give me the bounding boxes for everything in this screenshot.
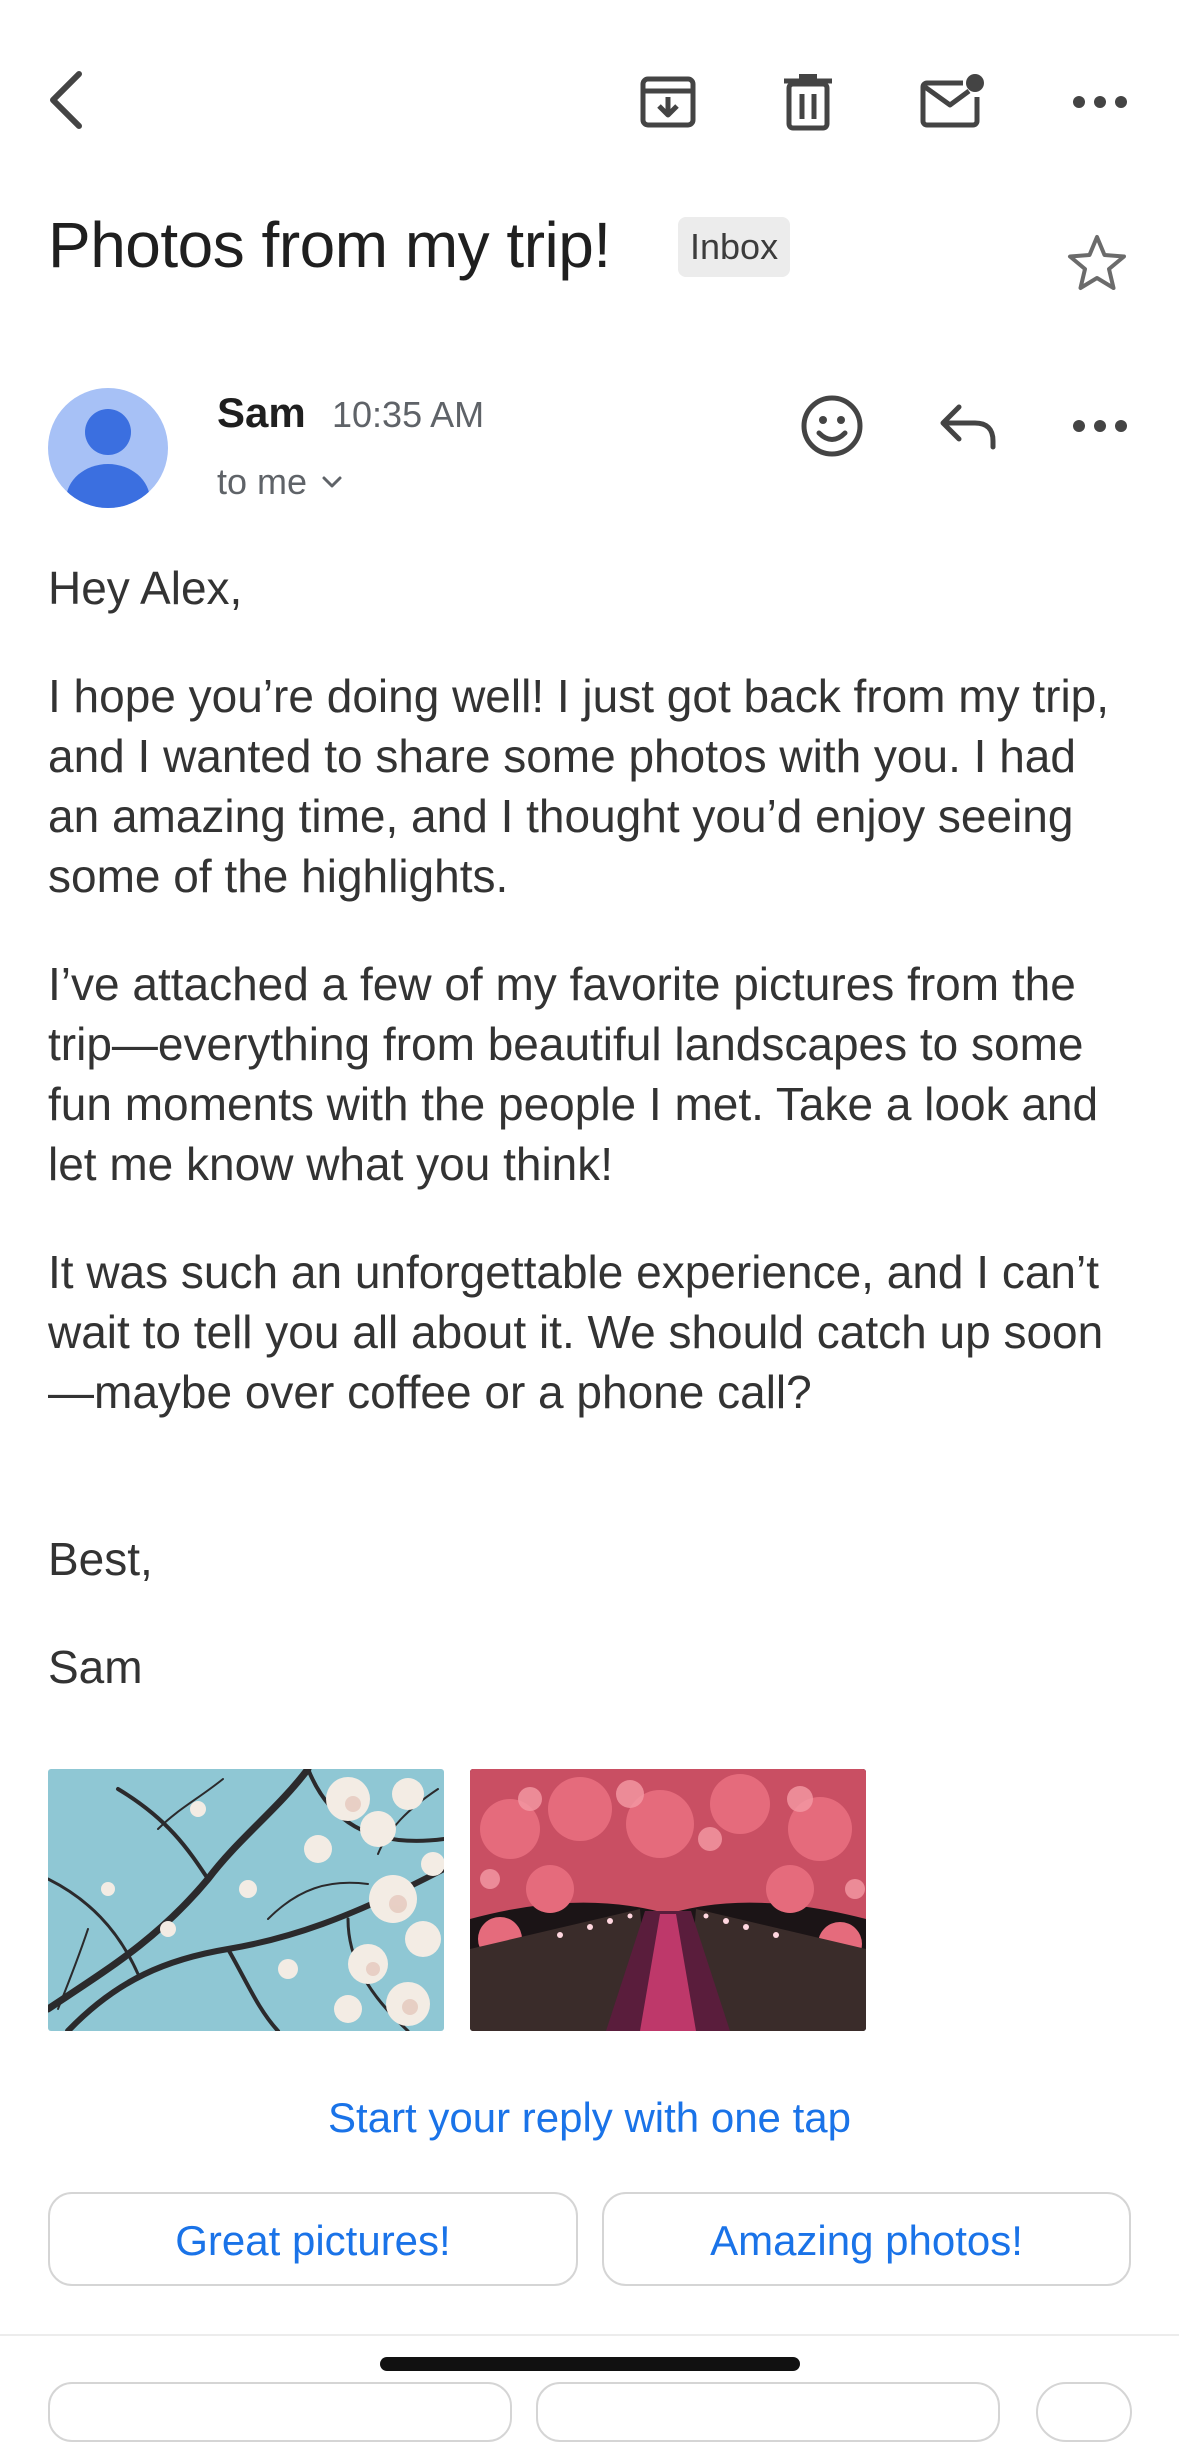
more-button[interactable] [1060,66,1140,138]
archive-button[interactable] [628,66,708,138]
star-button[interactable] [1060,226,1134,300]
body-paragraph: I’ve attached a few of my favorite pictu… [48,958,1099,1190]
body-paragraph: It was such an unforgettable experience,… [48,1246,1104,1418]
bottom-divider [0,2334,1179,2336]
react-button[interactable] [796,390,868,462]
body-greeting: Hey Alex, [48,562,243,614]
chevron-down-icon [322,476,342,488]
avatar[interactable] [48,388,168,508]
body-signature: Sam [48,1641,143,1693]
more-horizontal-icon [1073,96,1127,108]
recipients-label: to me [217,461,308,502]
message-more-button[interactable] [1060,390,1140,462]
person-icon [66,409,150,508]
attachment-thumbnail-blossoms[interactable] [48,1769,444,2031]
chevron-left-icon [50,71,82,129]
star-outline-icon [1068,235,1126,290]
cherry-blossom-canal-night-photo [470,1769,866,2031]
attachment-thumbnail-canal[interactable] [470,1769,866,2031]
smart-reply-option[interactable]: Great pictures! [48,2192,578,2286]
mail-unread-icon [920,74,984,128]
react-action-button[interactable] [1036,2382,1132,2442]
reply-button[interactable] [930,390,1006,462]
trash-icon [784,74,832,131]
emoji-icon [801,395,863,457]
mark-unread-button[interactable] [912,66,992,138]
forward-action-button[interactable] [536,2382,1000,2442]
delete-button[interactable] [768,66,848,138]
back-button[interactable] [30,60,100,140]
inbox-label-chip[interactable]: Inbox [678,217,791,277]
smart-reply-title: Start your reply with one tap [328,2094,851,2141]
smart-reply-option[interactable]: Amazing photos! [602,2192,1131,2286]
reply-icon [940,404,996,450]
home-indicator [380,2357,800,2371]
cherry-blossom-branches-photo [48,1769,444,2031]
body-signoff: Best, [48,1533,153,1585]
body-paragraph: I hope you’re doing well! I just got bac… [48,670,1110,902]
email-subject: Photos from my trip! [48,209,611,281]
reply-action-button[interactable] [48,2382,512,2442]
more-horizontal-icon [1073,420,1127,432]
archive-icon [640,76,696,128]
recipients-toggle[interactable]: to me [217,459,343,505]
email-timestamp: 10:35 AM [332,394,485,435]
sender-name[interactable]: Sam [217,388,306,438]
